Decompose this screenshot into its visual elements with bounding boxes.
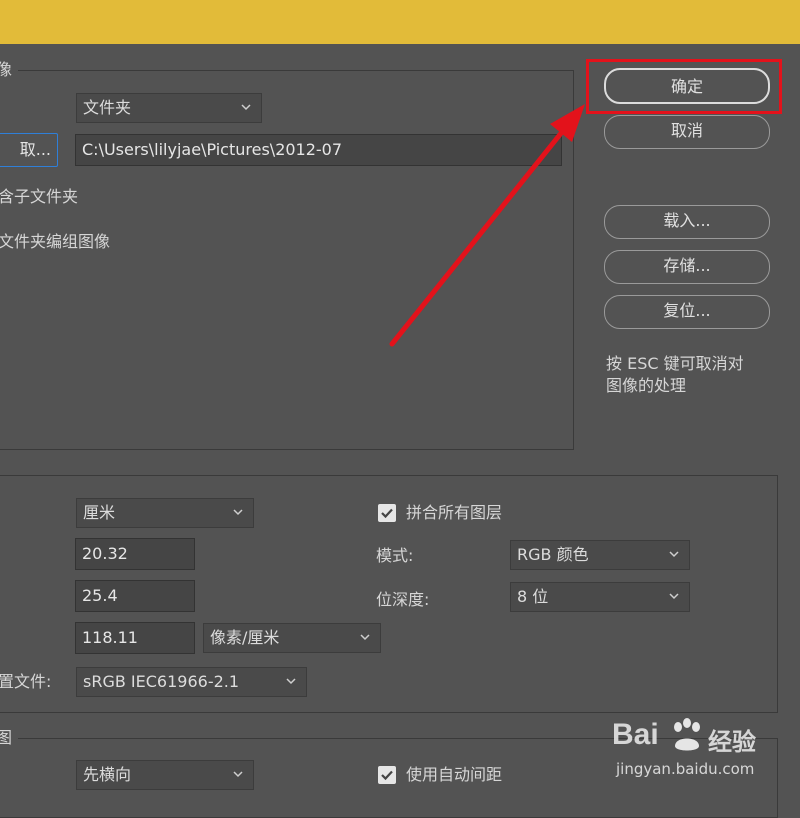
height-value: 25.4 [82, 586, 118, 605]
group-by-folder-label[interactable]: 文件夹编组图像 [0, 230, 110, 254]
flatten-layers-checkbox[interactable] [378, 504, 396, 522]
auto-spacing-checkbox[interactable] [378, 766, 396, 784]
mode-label: 模式: [376, 546, 414, 565]
red-arrow-annotation [389, 104, 585, 347]
baidu-url: jingyan.baidu.com [616, 760, 755, 778]
auto-spacing-label: 使用自动间距 [406, 765, 503, 784]
source-select-value: 文件夹 [83, 98, 132, 117]
esc-hint-line1: 按 ESC 键可取消对 [606, 354, 744, 373]
ok-button-label: 确定 [670, 77, 703, 96]
save-button-label: 存储... [663, 256, 711, 275]
layout-group-title: 图 [0, 728, 19, 748]
load-button-label: 载入... [663, 211, 711, 230]
choose-folder-button-label: 取... [19, 140, 51, 159]
bit-depth-select[interactable]: 8 位 [510, 582, 690, 612]
reset-button[interactable]: 复位... [604, 295, 770, 329]
chevron-down-icon [233, 509, 243, 516]
order-select[interactable]: 先横向 [76, 760, 254, 790]
baidu-brand-text: Bai [612, 718, 659, 751]
ok-button[interactable]: 确定 [604, 68, 770, 104]
resolution-unit-value: 像素/厘米 [210, 628, 280, 647]
include-subfolders-label[interactable]: 含子文件夹 [0, 185, 78, 209]
checkmark-icon [381, 770, 393, 781]
order-select-value: 先横向 [83, 765, 132, 784]
choose-folder-button[interactable]: 取... [0, 133, 58, 167]
resolution-unit-select[interactable]: 像素/厘米 [203, 623, 381, 653]
title-bar [0, 0, 800, 44]
resolution-value: 118.11 [82, 628, 138, 647]
bit-depth-label: 位深度: [376, 590, 430, 609]
chevron-down-icon [669, 593, 679, 600]
checkmark-icon [381, 508, 393, 519]
paw-icon [674, 718, 700, 751]
source-select[interactable]: 文件夹 [76, 93, 262, 123]
profile-select-value: sRGB IEC61966-2.1 [83, 672, 240, 691]
image-source-group-title: 像 [0, 60, 19, 80]
load-button[interactable]: 载入... [604, 205, 770, 239]
chevron-down-icon [669, 551, 679, 558]
unit-select-value: 厘米 [83, 503, 116, 522]
flatten-layers-label: 拼合所有图层 [406, 503, 503, 522]
chevron-down-icon [241, 104, 251, 111]
bit-depth-select-value: 8 位 [517, 587, 549, 606]
reset-button-label: 复位... [663, 301, 711, 320]
chevron-down-icon [286, 678, 296, 685]
chevron-down-icon [233, 771, 243, 778]
mode-select[interactable]: RGB 颜色 [510, 540, 690, 570]
cancel-button-label: 取消 [670, 121, 703, 140]
folder-path-value: C:\Users\lilyjae\Pictures\2012-07 [82, 140, 343, 159]
esc-hint-line2: 图像的处理 [606, 376, 687, 395]
mode-select-value: RGB 颜色 [517, 545, 589, 564]
height-field[interactable]: 25.4 [75, 580, 195, 612]
width-field[interactable]: 20.32 [75, 538, 195, 570]
baidu-watermark: Bai 经验 jingyan.baidu.com [612, 716, 792, 786]
baidu-brand-suffix: 经验 [708, 728, 756, 756]
cancel-button[interactable]: 取消 [604, 115, 770, 149]
profile-label: 置文件: [0, 672, 52, 691]
profile-select[interactable]: sRGB IEC61966-2.1 [76, 667, 307, 697]
unit-select[interactable]: 厘米 [76, 498, 254, 528]
resolution-field[interactable]: 118.11 [75, 622, 195, 654]
save-button[interactable]: 存储... [604, 250, 770, 284]
width-value: 20.32 [82, 544, 128, 563]
chevron-down-icon [360, 634, 370, 641]
